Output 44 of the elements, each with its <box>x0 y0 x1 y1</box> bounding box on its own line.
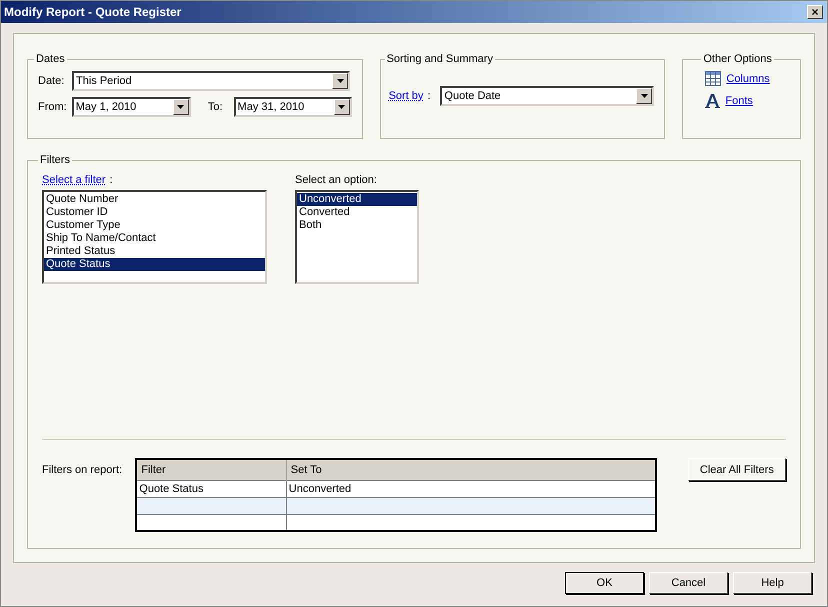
list-item[interactable]: Quote Status <box>44 258 265 271</box>
group-title: Dates <box>35 53 66 65</box>
to-date-dropdown[interactable]: May 31, 2010 <box>234 97 352 117</box>
list-item[interactable]: Printed Status <box>44 245 265 258</box>
clear-filters-button[interactable]: Clear All Filters <box>688 458 786 481</box>
colon: : <box>110 174 113 186</box>
letter-a-icon <box>705 94 720 108</box>
columns-link[interactable]: Columns <box>726 72 770 84</box>
list-item[interactable]: Quote Number <box>44 193 265 206</box>
dialog-button[interactable]: Cancel <box>649 572 728 594</box>
dropdown-arrow-icon <box>177 105 184 109</box>
dropdown-arrow-icon <box>338 105 346 109</box>
list-item[interactable]: Unconverted <box>297 193 417 206</box>
table-cell: Quote Status <box>136 480 286 497</box>
select-filter-link[interactable]: Select a filter <box>42 174 106 186</box>
fonts-link[interactable]: Fonts <box>725 95 753 107</box>
column-header: Set To <box>286 459 656 480</box>
dialog-button[interactable]: OK <box>565 572 644 594</box>
dialog-button[interactable]: Help <box>733 572 812 594</box>
window-title: Modify Report - Quote Register <box>4 5 182 19</box>
field-label: To: <box>206 101 224 113</box>
field-label: Date: <box>38 75 66 87</box>
list-item[interactable]: Customer Type <box>44 219 265 232</box>
list-item[interactable]: Converted <box>297 206 417 219</box>
dropdown-arrow-icon <box>640 94 648 98</box>
table-icon <box>705 71 722 86</box>
list-item[interactable]: Customer ID <box>44 206 265 219</box>
sort-by-link[interactable]: Sort by <box>388 90 424 102</box>
list-label: Select an option: <box>295 174 378 186</box>
from-date-dropdown[interactable]: May 1, 2010 <box>72 97 191 117</box>
table-label: Filters on report: <box>42 464 124 476</box>
date-dropdown[interactable]: This Period <box>72 71 350 91</box>
column-header: Filter <box>136 459 286 480</box>
sort-by-dropdown[interactable]: Quote Date <box>440 86 654 106</box>
group-title: Filters <box>39 154 71 166</box>
group-title: Other Options <box>702 53 773 65</box>
field-label: From: <box>38 101 68 113</box>
colon: : <box>427 90 430 102</box>
table-cell: Unconverted <box>286 480 656 497</box>
list-item[interactable]: Ship To Name/Contact <box>44 232 265 245</box>
dropdown-arrow-icon <box>336 79 344 83</box>
list-item[interactable]: Both <box>297 219 417 232</box>
close-button[interactable]: × <box>807 5 823 19</box>
group-title: Sorting and Summary <box>386 53 494 65</box>
